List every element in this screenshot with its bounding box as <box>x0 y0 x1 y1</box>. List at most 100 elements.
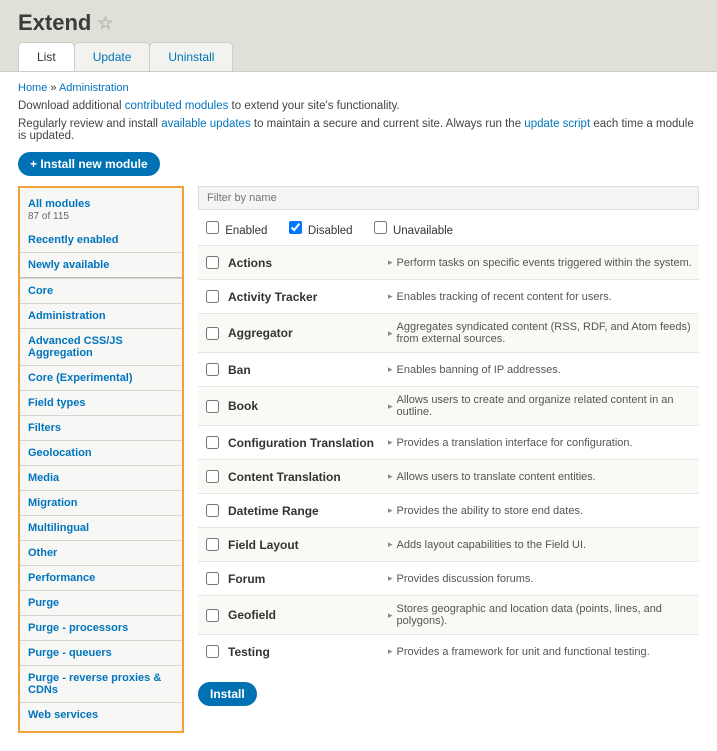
tab-list[interactable]: List <box>18 42 75 71</box>
sidebar-item[interactable]: Advanced CSS/JS Aggregation <box>20 328 182 365</box>
chevron-right-icon[interactable]: ▸ <box>388 646 393 657</box>
module-row: Testing▸Provides a framework for unit an… <box>198 634 699 668</box>
module-description: ▸Perform tasks on specific events trigge… <box>388 257 695 269</box>
sidebar-item[interactable]: Core <box>20 278 182 303</box>
module-checkbox[interactable] <box>206 504 219 517</box>
sidebar-all-label: All modules <box>28 198 174 210</box>
chevron-right-icon[interactable]: ▸ <box>388 471 393 482</box>
chevron-right-icon[interactable]: ▸ <box>388 610 393 621</box>
help-text-1: Download additional contributed modules … <box>18 100 699 112</box>
filter-input[interactable] <box>205 191 692 205</box>
enabled-checkbox[interactable] <box>206 221 219 234</box>
module-row: Activity Tracker ▸Enables tracking of rec… <box>198 279 699 313</box>
breadcrumb-home[interactable]: Home <box>18 82 47 94</box>
chevron-right-icon[interactable]: ▸ <box>388 257 393 268</box>
module-checkbox[interactable] <box>206 645 219 658</box>
module-checkbox[interactable] <box>206 538 219 551</box>
module-name: Ban <box>228 363 378 377</box>
module-checkbox[interactable] <box>206 436 219 449</box>
module-row: Actions ▸Perform tasks on specific events… <box>198 245 699 279</box>
primary-tabs: List Update Uninstall <box>18 42 699 71</box>
install-button[interactable]: Install <box>198 682 257 706</box>
chevron-right-icon[interactable]: ▸ <box>388 291 393 302</box>
module-row: Aggregator▸Aggregates syndicated content… <box>198 313 699 352</box>
available-updates-link[interactable]: available updates <box>161 118 251 130</box>
chevron-right-icon[interactable]: ▸ <box>388 573 393 584</box>
module-checkbox[interactable] <box>206 470 219 483</box>
chevron-right-icon[interactable]: ▸ <box>388 505 393 516</box>
module-name: Geofield <box>228 608 378 622</box>
tab-uninstall[interactable]: Uninstall <box>149 42 233 71</box>
install-new-module-button[interactable]: + Install new module <box>18 152 160 176</box>
contributed-modules-link[interactable]: contributed modules <box>125 100 229 112</box>
module-row: Book▸Allows users to create and organize… <box>198 386 699 425</box>
module-description: ▸Adds layout capabilities to the Field U… <box>388 539 695 551</box>
breadcrumb: Home » Administration <box>18 82 699 94</box>
module-row: Content Translation▸Allows users to tran… <box>198 459 699 493</box>
module-description: ▸Provides a translation interface for co… <box>388 437 695 449</box>
category-sidebar: All modules 87 of 115 Recently enabledNe… <box>18 186 184 733</box>
sidebar-item[interactable]: Administration <box>20 303 182 328</box>
chevron-right-icon[interactable]: ▸ <box>388 539 393 550</box>
module-description: ▸Enables banning of IP addresses. <box>388 364 695 376</box>
sidebar-item[interactable]: Newly available <box>20 252 182 277</box>
module-name: Actions <box>228 256 378 270</box>
chevron-right-icon[interactable]: ▸ <box>388 364 393 375</box>
page-title: Extend ☆ <box>18 10 699 36</box>
sidebar-item[interactable]: Purge - queuers <box>20 640 182 665</box>
module-name: Book <box>228 399 378 413</box>
module-checkbox[interactable] <box>206 290 219 303</box>
disabled-checkbox[interactable] <box>289 221 302 234</box>
sidebar-item[interactable]: Filters <box>20 415 182 440</box>
chevron-right-icon[interactable]: ▸ <box>388 401 393 412</box>
sidebar-item-all[interactable]: All modules 87 of 115 <box>20 192 182 228</box>
favorite-star-icon[interactable]: ☆ <box>97 13 113 34</box>
sidebar-item[interactable]: Purge - processors <box>20 615 182 640</box>
module-name: Activity Tracker <box>228 290 378 304</box>
chevron-right-icon[interactable]: ▸ <box>388 437 393 448</box>
module-checkbox[interactable] <box>206 572 219 585</box>
module-description: ▸Provides the ability to store end dates… <box>388 505 695 517</box>
module-description: ▸Enables tracking of recent content for … <box>388 291 695 303</box>
module-description: ▸Provides a framework for unit and funct… <box>388 646 695 658</box>
module-checkbox[interactable] <box>206 327 219 340</box>
update-script-link[interactable]: update script <box>524 118 590 130</box>
module-row: Field Layout ▸Adds layout capabilities to… <box>198 527 699 561</box>
sidebar-item[interactable]: Recently enabled <box>20 228 182 252</box>
sidebar-item[interactable]: Other <box>20 540 182 565</box>
sidebar-item[interactable]: Field types <box>20 390 182 415</box>
sidebar-item[interactable]: Purge <box>20 590 182 615</box>
module-name: Datetime Range <box>228 504 378 518</box>
status-filter-row: Enabled Disabled Unavailable <box>198 210 699 245</box>
sidebar-item[interactable]: Core (Experimental) <box>20 365 182 390</box>
sidebar-item[interactable]: Purge - reverse proxies & CDNs <box>20 665 182 702</box>
sidebar-item[interactable]: Web services <box>20 702 182 727</box>
module-name: Field Layout <box>228 538 378 552</box>
sidebar-item[interactable]: Multilingual <box>20 515 182 540</box>
sidebar-item[interactable]: Migration <box>20 490 182 515</box>
module-description: ▸Allows users to translate content entit… <box>388 471 695 483</box>
page-title-text: Extend <box>18 10 91 36</box>
sidebar-item[interactable]: Performance <box>20 565 182 590</box>
sidebar-all-count: 87 of 115 <box>28 211 174 222</box>
module-checkbox[interactable] <box>206 363 219 376</box>
module-description: ▸Stores geographic and location data (po… <box>388 603 695 627</box>
status-unavailable[interactable]: Unavailable <box>370 225 453 237</box>
unavailable-checkbox[interactable] <box>374 221 387 234</box>
module-row: Datetime Range ▸Provides the ability to s… <box>198 493 699 527</box>
status-enabled[interactable]: Enabled <box>202 225 267 237</box>
breadcrumb-admin[interactable]: Administration <box>59 82 129 94</box>
tab-update[interactable]: Update <box>74 42 151 71</box>
module-name: Aggregator <box>228 326 378 340</box>
module-checkbox[interactable] <box>206 609 219 622</box>
module-row: Ban ▸Enables banning of IP addresses. <box>198 352 699 386</box>
module-checkbox[interactable] <box>206 400 219 413</box>
sidebar-item[interactable]: Geolocation <box>20 440 182 465</box>
module-list-panel: Enabled Disabled Unavailable Actions ▸Per… <box>198 186 699 716</box>
module-row: Forum▸Provides discussion forums. <box>198 561 699 595</box>
module-checkbox[interactable] <box>206 256 219 269</box>
status-disabled[interactable]: Disabled <box>285 225 353 237</box>
module-row: Geofield ▸Stores geographic and location … <box>198 595 699 634</box>
chevron-right-icon[interactable]: ▸ <box>388 328 393 339</box>
sidebar-item[interactable]: Media <box>20 465 182 490</box>
